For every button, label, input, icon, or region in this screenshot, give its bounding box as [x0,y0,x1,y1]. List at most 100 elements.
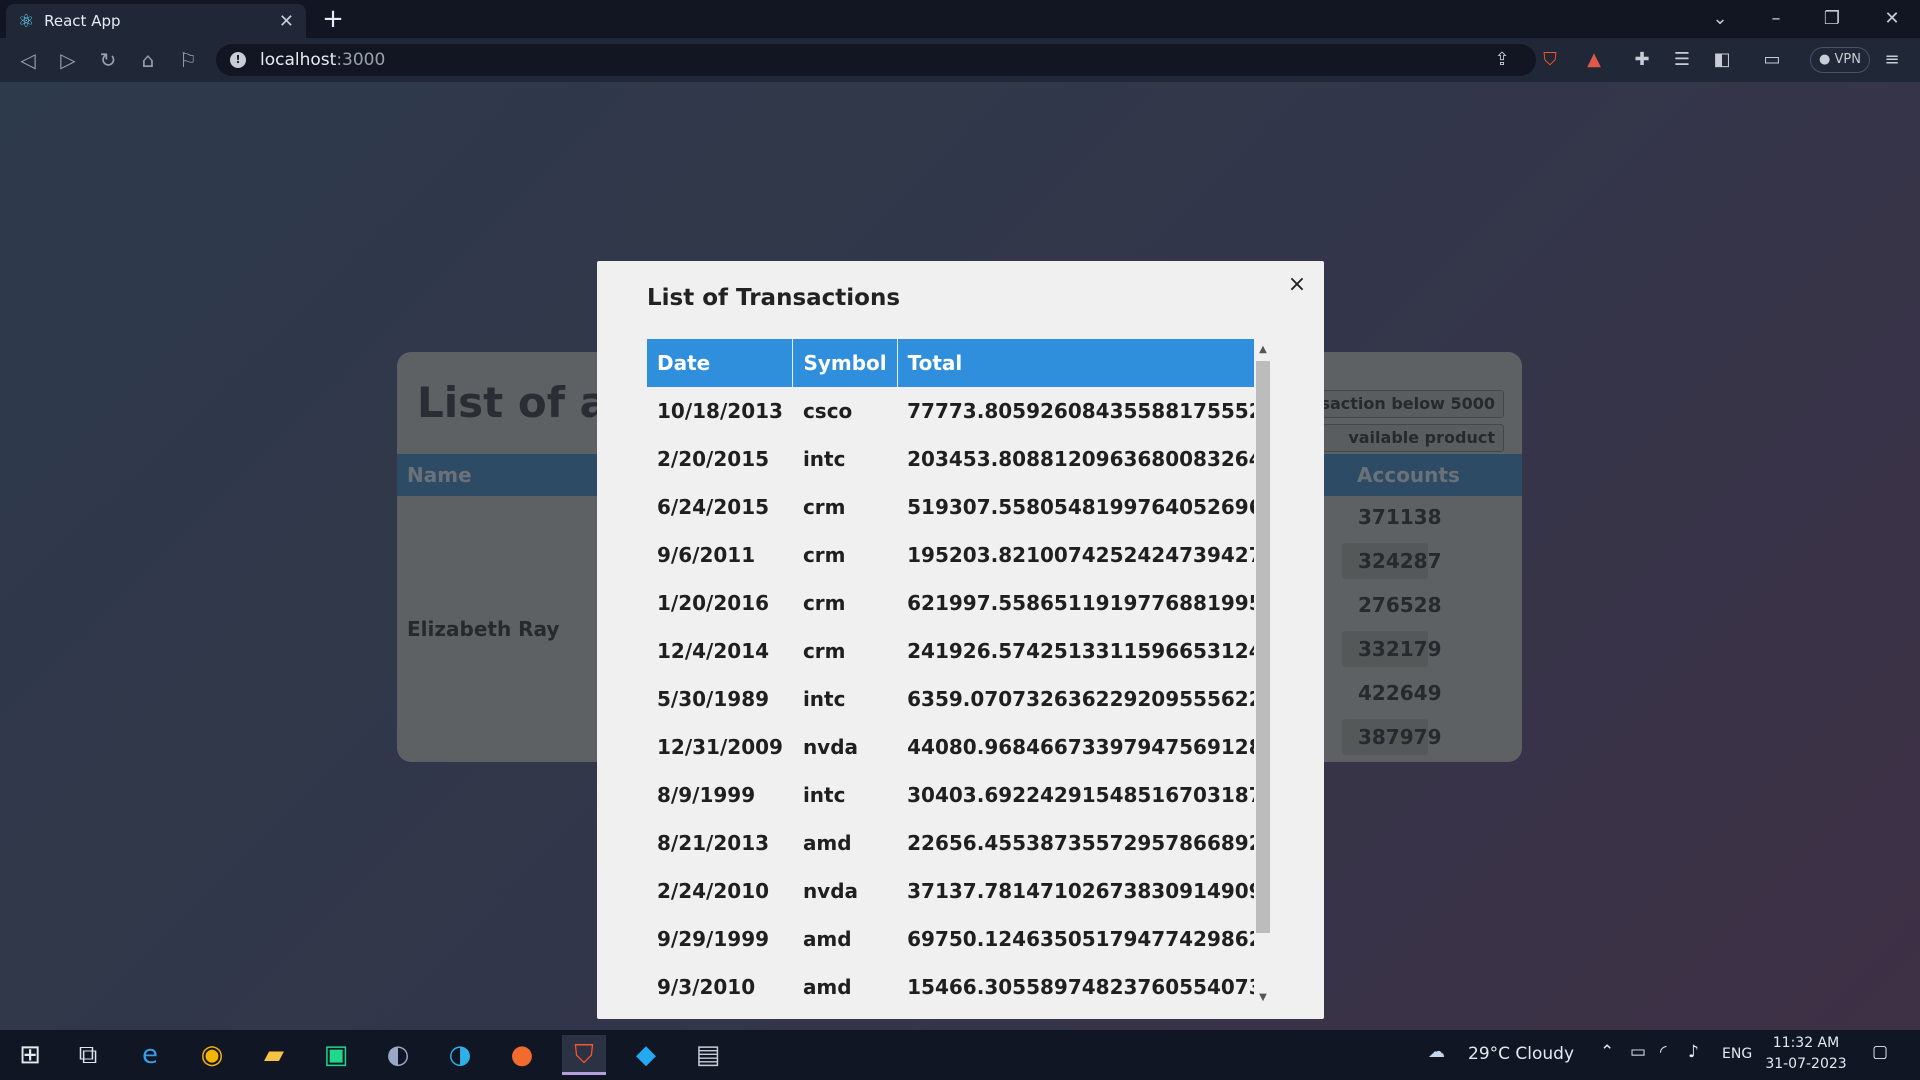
extensions-icon[interactable]: ✚ [1628,46,1656,74]
volume-icon[interactable]: ♪ [1688,1042,1699,1062]
brave-shield-icon[interactable]: ⛉ [1536,46,1564,74]
cell-symbol: amd [802,975,852,999]
close-window-button[interactable]: ✕ [1864,0,1920,38]
reload-icon[interactable]: ↻ [92,44,124,76]
edge-icon[interactable]: ◑ [438,1035,482,1075]
battery-icon[interactable]: ▭ [1630,1042,1646,1062]
header-symbol: Symbol [792,339,898,387]
account-number[interactable]: 332179 [1342,631,1442,667]
scroll-up-icon[interactable]: ▲ [1256,343,1270,357]
table-header-row: Date Symbol Total [647,339,1254,387]
new-tab-button[interactable]: + [318,4,348,34]
page-background: List of ac saction below 5000 vailable p… [0,82,1920,1030]
sidebar-icon[interactable]: ◧ [1708,46,1736,74]
cell-symbol: nvda [802,735,859,759]
browser-tab-bar: ⚛ React App ✕ + ⌄ – ❐ ✕ [0,0,1920,38]
clock-date[interactable]: 31-07-2023 [1764,1056,1848,1072]
column-name: Name [407,463,472,487]
task-view-icon[interactable]: ⧉ [66,1035,110,1075]
back-icon[interactable]: ◁ [12,44,44,76]
language-indicator[interactable]: ENG [1722,1046,1752,1062]
restore-button[interactable]: ❐ [1804,0,1860,38]
account-number[interactable]: 422649 [1342,675,1442,711]
customer-name: Elizabeth Ray [407,617,560,641]
vscode-icon[interactable]: ◆ [624,1035,668,1075]
table-row: 9/3/2010 amd 15466.30558974823760554073715 [647,963,1254,1009]
cell-total: 37137.78147102673830914909558 [907,879,1254,903]
share-icon[interactable]: ⇪ [1488,46,1516,74]
account-number[interactable]: 371138 [1342,499,1442,535]
scroll-down-icon[interactable]: ▼ [1256,991,1270,1005]
filter-available-product-button[interactable]: vailable product [1294,424,1504,452]
cell-symbol: crm [802,543,846,567]
cell-total: 22656.45538735572957866892807 [907,831,1254,855]
close-tab-icon[interactable]: ✕ [279,11,294,32]
cell-date: 9/6/2011 [657,543,756,567]
browser-toolbar: ◁ ▷ ↻ ⌂ ⚐ ! localhost :3000 ⇪ ⛉ ▲ ✚ ☰ ◧ … [0,38,1920,82]
bookmark-icon[interactable]: ⚐ [172,44,204,76]
scroll-thumb[interactable] [1256,361,1270,933]
clock-time[interactable]: 11:32 AM [1764,1035,1848,1051]
account-number[interactable]: 324287 [1342,543,1442,579]
table-row: 9/6/2011 crm 195203.8210074252424739427170 [647,531,1254,579]
cell-date: 5/30/1989 [657,687,770,711]
cell-total: 621997.5586511919776881995858 [907,591,1254,615]
cell-total: 203453.8088120963680083264080 [907,447,1254,471]
notifications-icon[interactable]: ▢ [1872,1042,1888,1062]
forward-icon[interactable]: ▷ [52,44,84,76]
pycharm-icon[interactable]: ▣ [314,1035,358,1075]
wifi-icon[interactable]: ◜ [1660,1042,1667,1062]
vpn-button[interactable]: ● VPN [1810,47,1870,73]
cell-date: 2/24/2010 [657,879,770,903]
filter-transactions-below-5000-button[interactable]: saction below 5000 [1294,390,1504,418]
tab-search-icon[interactable]: ⌄ [1692,0,1748,38]
windows-start-icon[interactable]: ⊞ [8,1035,52,1075]
cell-date: 9/29/1999 [657,927,770,951]
home-icon[interactable]: ⌂ [132,44,164,76]
cell-total: 195203.8210074252424739427170 [907,543,1254,567]
cell-total: 519307.5580548199764052696992 [907,495,1254,519]
site-info-icon[interactable]: ! [230,52,246,68]
wallet-icon[interactable]: ▭ [1758,46,1786,74]
cell-total: 30403.69224291548516703187488 [907,783,1254,807]
url-host: localhost [260,50,337,70]
browser-tab[interactable]: ⚛ React App ✕ [6,4,306,38]
cell-symbol: amd [802,927,852,951]
table-body: 10/18/2013 csco 77773.8059260843558817555 2… [647,387,1254,1009]
taskbar: ⊞ ⧉ e ◉ ▰ ▣ ◐ ◑ ● ⛉ ◆ ▤ ☁ 29°C Cloudy ⌃ … [0,1030,1920,1080]
cell-total: 69750.12463505179477429862800 [907,927,1254,951]
account-number[interactable]: 276528 [1342,587,1442,623]
cell-date: 9/3/2010 [657,975,756,999]
app-icon[interactable]: ▤ [686,1035,730,1075]
cell-date: 12/31/2009 [657,735,783,759]
file-explorer-icon[interactable]: ▰ [252,1035,296,1075]
cell-symbol: nvda [802,879,859,903]
brave-rewards-icon[interactable]: ▲ [1580,46,1608,74]
menu-icon[interactable]: ≡ [1878,46,1906,74]
minimize-button[interactable]: – [1748,0,1804,38]
chrome-icon[interactable]: ◉ [190,1035,234,1075]
address-bar[interactable]: ! localhost :3000 [216,44,1536,76]
close-icon[interactable]: × [1285,273,1309,297]
cell-date: 6/24/2015 [657,495,770,519]
account-number[interactable]: 387979 [1342,719,1442,755]
brave-icon[interactable]: ⛉ [562,1035,606,1075]
eclipse-icon[interactable]: ◐ [376,1035,420,1075]
table-row: 5/30/1989 intc 6359.0707326362292095556227… [647,675,1254,723]
cell-symbol: crm [802,495,846,519]
playlist-icon[interactable]: ☰ [1668,46,1696,74]
table-row: 12/4/2014 crm 241926.574251331159665312498… [647,627,1254,675]
table-row: 8/21/2013 amd 22656.4553873557295786689280… [647,819,1254,867]
weather-text[interactable]: 29°C Cloudy [1468,1044,1574,1064]
show-hidden-icons-icon[interactable]: ⌃ [1600,1042,1614,1062]
table-row: 6/24/2015 crm 519307.558054819976405269699… [647,483,1254,531]
cell-symbol: intc [802,447,846,471]
postman-icon[interactable]: ● [500,1035,544,1075]
tab-title: React App [44,12,121,30]
table-row: 1/20/2016 crm 621997.558651191977688199585… [647,579,1254,627]
table-row: 8/9/1999 intc 30403.6922429154851670318748… [647,771,1254,819]
table-scrollbar[interactable]: ▲ ▼ [1256,339,1270,1009]
cell-symbol: csco [802,399,853,423]
internet-explorer-icon[interactable]: e [128,1035,172,1075]
cell-date: 2/20/2015 [657,447,770,471]
